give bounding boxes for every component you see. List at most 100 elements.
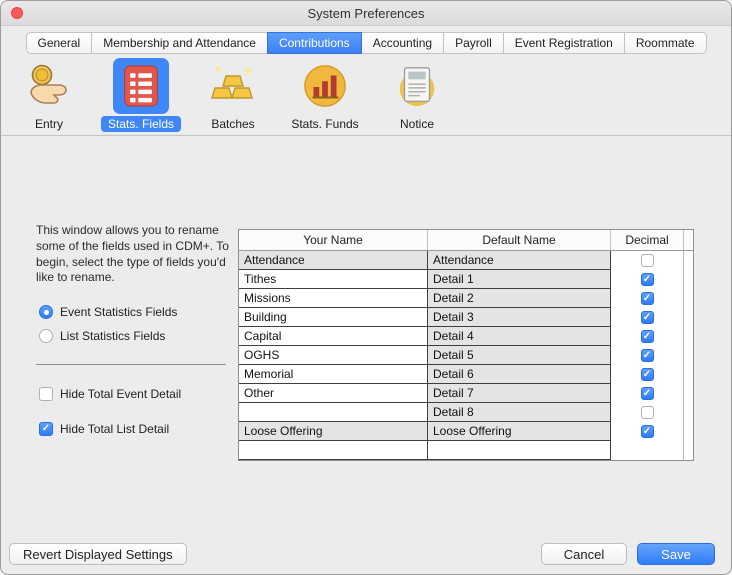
decimal-checkbox[interactable] — [641, 425, 654, 438]
cancel-button[interactable]: Cancel — [541, 543, 627, 565]
toolbar-item-stats-fields[interactable]: Stats. Fields — [95, 58, 187, 132]
toolbar-item-label: Notice — [393, 116, 441, 132]
checkbox-label: Hide Total Event Detail — [60, 387, 181, 401]
checkbox[interactable] — [39, 387, 53, 401]
your-name-cell[interactable]: Building — [239, 308, 428, 327]
decimal-checkbox[interactable] — [641, 368, 654, 381]
your-name-cell[interactable]: Loose Offering — [239, 422, 428, 441]
column-header-filler — [684, 230, 693, 250]
filler-cell — [684, 403, 693, 422]
tab-membership-and-attendance[interactable]: Membership and Attendance — [91, 32, 268, 54]
your-name-cell[interactable] — [239, 403, 428, 422]
revert-displayed-settings-button[interactable]: Revert Displayed Settings — [9, 543, 187, 565]
filler-cell — [684, 422, 693, 441]
decimal-cell — [611, 441, 684, 460]
your-name-cell[interactable]: Attendance — [239, 251, 428, 270]
checkbox-hide-total-event-detail[interactable]: Hide Total Event Detail — [39, 386, 181, 402]
toolbar-item-notice[interactable]: Notice — [371, 58, 463, 132]
tab-roommate[interactable]: Roommate — [624, 32, 707, 54]
your-name-cell[interactable]: Tithes — [239, 270, 428, 289]
radio-label: List Statistics Fields — [60, 329, 165, 343]
decimal-cell — [611, 251, 684, 270]
toolbar-item-label: Stats. Funds — [284, 116, 365, 132]
decimal-checkbox[interactable] — [641, 273, 654, 286]
decimal-cell — [611, 270, 684, 289]
field-type-radio-group: Event Statistics Fields List Statistics … — [39, 304, 177, 344]
toolbar-item-batches[interactable]: Batches — [187, 58, 279, 132]
radio-button[interactable] — [39, 305, 53, 319]
toolbar-item-label: Batches — [204, 116, 261, 132]
decimal-cell — [611, 422, 684, 441]
footer-button-bar: Revert Displayed Settings Cancel Save — [1, 534, 731, 574]
hide-totals-check-group: Hide Total Event Detail Hide Total List … — [39, 386, 181, 437]
tab-general[interactable]: General — [26, 32, 93, 54]
tab-event-registration[interactable]: Event Registration — [503, 32, 625, 54]
default-name-cell: Detail 4 — [428, 327, 611, 346]
decimal-checkbox[interactable] — [641, 330, 654, 343]
radio-label: Event Statistics Fields — [60, 305, 177, 319]
window-title: System Preferences — [307, 6, 424, 21]
default-name-cell: Attendance — [428, 251, 611, 270]
your-name-cell[interactable]: OGHS — [239, 346, 428, 365]
stats-table-body: Attendance Attendance Tithes Detail 1 Mi… — [239, 251, 693, 460]
tab-accounting[interactable]: Accounting — [361, 32, 444, 54]
table-header-row: Your Name Default Name Decimal — [239, 230, 693, 251]
tab-bar: General Membership and Attendance Contri… — [1, 26, 731, 54]
newspaper-icon — [389, 58, 445, 114]
tab-payroll[interactable]: Payroll — [443, 32, 504, 54]
decimal-checkbox[interactable] — [641, 254, 654, 267]
contributions-toolbar: Entry Stats. Fields — [1, 54, 731, 132]
preferences-window: System Preferences General Membership an… — [0, 0, 732, 575]
default-name-cell: Detail 6 — [428, 365, 611, 384]
toolbar-item-stats-funds[interactable]: Stats. Funds — [279, 58, 371, 132]
decimal-cell — [611, 403, 684, 422]
column-header-default-name: Default Name — [428, 230, 611, 250]
table-row: Detail 8 — [239, 403, 693, 422]
toolbar-item-entry[interactable]: Entry — [3, 58, 95, 132]
table-row: Loose Offering Loose Offering — [239, 422, 693, 441]
decimal-checkbox[interactable] — [641, 292, 654, 305]
default-name-cell — [428, 441, 611, 460]
decimal-checkbox[interactable] — [641, 311, 654, 324]
save-button[interactable]: Save — [637, 543, 715, 565]
tab-contributions[interactable]: Contributions — [267, 32, 362, 54]
default-name-cell: Detail 2 — [428, 289, 611, 308]
filler-cell — [684, 441, 693, 460]
checkbox[interactable] — [39, 422, 53, 436]
toolbar-item-label: Stats. Fields — [101, 116, 181, 132]
radio-button[interactable] — [39, 329, 53, 343]
radio-list-statistics-fields[interactable]: List Statistics Fields — [39, 328, 177, 344]
your-name-cell[interactable] — [239, 441, 428, 460]
decimal-checkbox[interactable] — [641, 387, 654, 400]
column-header-decimal: Decimal — [611, 230, 684, 250]
decimal-cell — [611, 346, 684, 365]
titlebar: System Preferences — [1, 1, 731, 26]
table-row: Other Detail 7 — [239, 384, 693, 403]
close-button[interactable] — [11, 7, 23, 19]
filler-cell — [684, 365, 693, 384]
filler-cell — [684, 346, 693, 365]
decimal-cell — [611, 308, 684, 327]
your-name-cell[interactable]: Capital — [239, 327, 428, 346]
your-name-cell[interactable]: Other — [239, 384, 428, 403]
column-header-your-name: Your Name — [239, 230, 428, 250]
default-name-cell: Detail 1 — [428, 270, 611, 289]
filler-cell — [684, 270, 693, 289]
checkbox-hide-total-list-detail[interactable]: Hide Total List Detail — [39, 421, 181, 437]
toolbar-divider — [1, 135, 731, 136]
table-row: Missions Detail 2 — [239, 289, 693, 308]
your-name-cell[interactable]: Missions — [239, 289, 428, 308]
stats-fields-pane: This window allows you to rename some of… — [1, 139, 731, 534]
table-row: Memorial Detail 6 — [239, 365, 693, 384]
checkbox-label: Hide Total List Detail — [60, 422, 169, 436]
table-row: OGHS Detail 5 — [239, 346, 693, 365]
bar-chart-icon — [297, 58, 353, 114]
default-name-cell: Detail 5 — [428, 346, 611, 365]
your-name-cell[interactable]: Memorial — [239, 365, 428, 384]
filler-cell — [684, 251, 693, 270]
radio-event-statistics-fields[interactable]: Event Statistics Fields — [39, 304, 177, 320]
decimal-checkbox[interactable] — [641, 406, 654, 419]
decimal-checkbox[interactable] — [641, 349, 654, 362]
toolbar-item-label: Entry — [28, 116, 70, 132]
filler-cell — [684, 308, 693, 327]
